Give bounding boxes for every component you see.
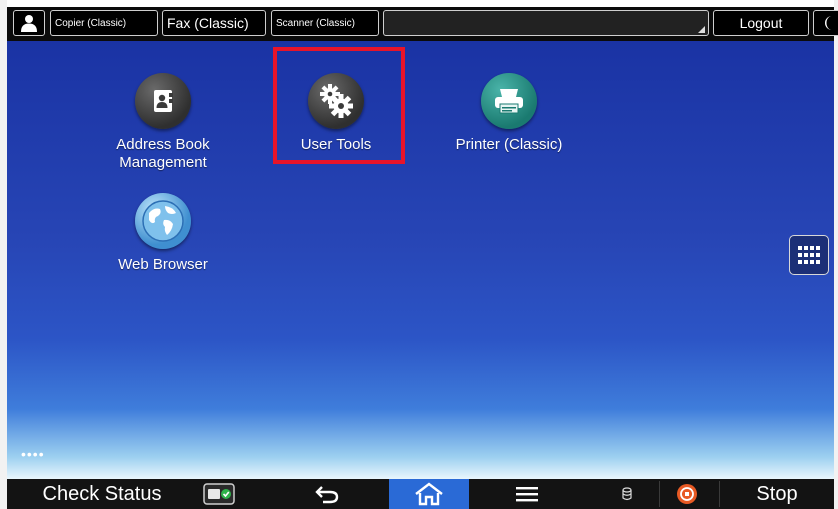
printer-panel-screen: Copier (Classic) Fax (Classic) Scanner (… — [0, 0, 838, 509]
web-browser-app[interactable]: Web Browser — [93, 193, 233, 274]
printer-classic-app[interactable]: Printer (Classic) — [439, 73, 579, 154]
menu-icon — [516, 487, 538, 502]
screen-bezel-right — [834, 0, 838, 509]
address-book-management-app[interactable]: Address Book Management — [93, 73, 233, 172]
stop-icon — [677, 484, 697, 504]
stop-icon-button[interactable] — [667, 479, 707, 509]
user-icon — [21, 15, 37, 32]
bottom-bar-divider — [659, 481, 660, 507]
app-label-line1: Printer (Classic) — [455, 136, 563, 153]
expand-message-icon — [698, 26, 705, 33]
printer-icon — [481, 73, 537, 129]
app-label: Printer (Classic) — [439, 136, 579, 154]
fax-classic-button[interactable]: Fax (Classic) — [162, 10, 266, 36]
sd-card-icon — [203, 483, 235, 505]
copier-classic-button[interactable]: Copier (Classic) — [50, 10, 158, 36]
app-label-line1: Address Book — [116, 136, 210, 153]
check-status-button[interactable]: Check Status — [7, 479, 197, 509]
data-in-button[interactable] — [607, 479, 647, 509]
scanner-classic-button[interactable]: Scanner (Classic) — [271, 10, 379, 36]
globe-icon — [135, 193, 191, 249]
top-bar: Copier (Classic) Fax (Classic) Scanner (… — [7, 7, 838, 41]
back-button[interactable] — [297, 479, 357, 509]
bottom-bar-divider — [719, 481, 720, 507]
user-tools-highlight-box — [273, 47, 405, 164]
data-cylinder-icon — [622, 487, 632, 501]
logout-button[interactable]: Logout — [713, 10, 809, 36]
screen-bezel-left — [0, 0, 7, 509]
application-list-button[interactable] — [789, 235, 829, 275]
energy-saver-button[interactable] — [813, 10, 838, 36]
app-label: Address Book Management — [93, 136, 233, 172]
system-message-area[interactable] — [383, 10, 709, 36]
app-grid-icon — [798, 246, 820, 264]
home-screen-desktop: Address Book Management User Tools Print… — [7, 41, 834, 479]
address-book-icon — [135, 73, 191, 129]
home-icon — [415, 482, 443, 506]
app-label-line1: Web Browser — [118, 256, 208, 273]
page-indicator[interactable]: •••• — [21, 447, 45, 461]
user-button[interactable] — [13, 10, 45, 36]
app-label-line2: Management — [119, 154, 207, 171]
moon-icon — [825, 16, 832, 30]
back-arrow-icon — [315, 486, 339, 504]
stop-button[interactable]: Stop — [727, 479, 827, 509]
sd-card-button[interactable] — [200, 479, 238, 509]
bottom-bar: Check Status Stop — [7, 479, 834, 509]
app-label: Web Browser — [93, 256, 233, 274]
menu-button[interactable] — [497, 479, 557, 509]
home-button[interactable] — [389, 479, 469, 509]
